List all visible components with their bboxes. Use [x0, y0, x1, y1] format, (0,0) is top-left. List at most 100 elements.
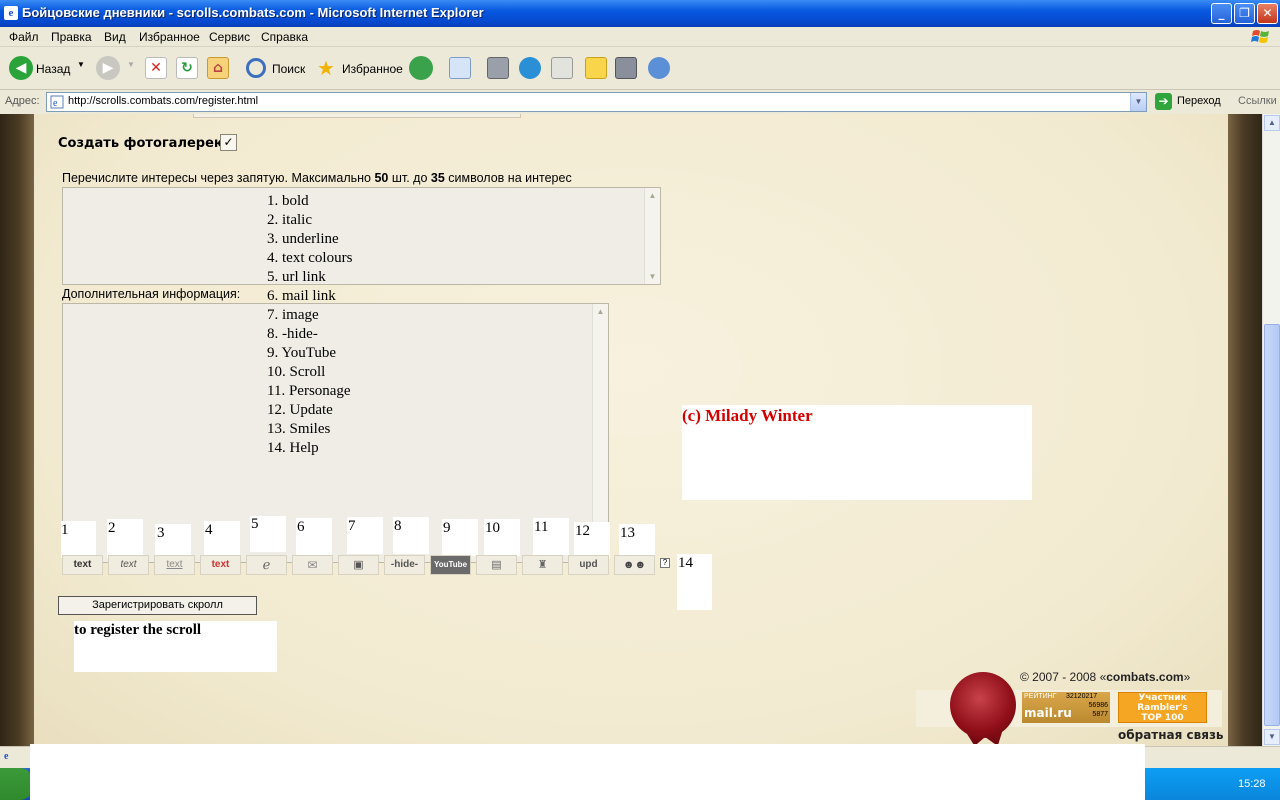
page-scrollbar[interactable]: ▲ ▼: [1262, 114, 1280, 746]
address-bar: Адрес: e http://scrolls.combats.com/regi…: [0, 90, 1280, 114]
blank-overlay: [30, 744, 1145, 800]
back-button-label[interactable]: Назад: [36, 62, 70, 76]
page-content: Создать фотогалерею: ✓ Перечислите интер…: [0, 114, 1262, 746]
scroll-frame-right: [1228, 114, 1262, 746]
note-icon[interactable]: [585, 57, 607, 79]
forward-dropdown-icon[interactable]: ▼: [127, 60, 135, 69]
register-scroll-button[interactable]: Зарегистрировать скролл: [58, 596, 257, 615]
search-button-label[interactable]: Поиск: [272, 62, 305, 76]
stop-icon[interactable]: ✕: [145, 57, 167, 79]
rambler-top100-badge[interactable]: Участник Rambler's TOP 100: [1118, 692, 1207, 723]
interests-instruction: Перечислите интересы через запятую. Макс…: [62, 171, 572, 185]
combats-link[interactable]: combats.com: [1106, 670, 1183, 684]
url-link-icon[interactable]: ℯ: [246, 555, 287, 575]
bold-button[interactable]: text: [62, 555, 103, 575]
youtube-button[interactable]: YouTube: [430, 555, 471, 575]
underline-button[interactable]: text: [154, 555, 195, 575]
address-url: http://scrolls.combats.com/register.html: [68, 95, 259, 107]
back-dropdown-icon[interactable]: ▼: [77, 60, 85, 69]
menu-help[interactable]: Справка: [261, 30, 308, 44]
mail-icon[interactable]: [449, 57, 471, 79]
start-button[interactable]: [0, 768, 32, 800]
page-scroll-down-icon[interactable]: ▼: [1264, 729, 1280, 745]
smiles-icon[interactable]: ☻☻: [614, 555, 655, 575]
menu-favorites[interactable]: Избранное: [139, 30, 200, 44]
skype-icon[interactable]: [519, 57, 541, 79]
scroll-up-icon[interactable]: ▲: [645, 188, 660, 203]
mailru-counter[interactable]: РЕЙТИНГ 32120217 56986 5877 mail.ru: [1022, 692, 1110, 723]
annotation-item: 4. text colours: [267, 250, 353, 266]
mail-link-icon[interactable]: ✉: [292, 555, 333, 575]
favorites-star-icon[interactable]: ★: [315, 57, 337, 79]
annotation-item: 10. Scroll: [267, 364, 326, 380]
maximize-button[interactable]: ❐: [1234, 3, 1255, 24]
favorites-button-label[interactable]: Избранное: [342, 62, 403, 76]
annotation-number: 5: [251, 516, 259, 532]
back-arrow-icon[interactable]: ◀: [9, 56, 33, 80]
home-icon[interactable]: ⌂: [207, 57, 229, 79]
annotation-number: 7: [348, 518, 356, 534]
windows-logo-icon: [1251, 30, 1269, 43]
annotation-item: 13. Smiles: [267, 421, 331, 437]
scroll-up-icon[interactable]: ▲: [593, 304, 608, 319]
annotation-list: 1. bold 2. italic 3. underline 4. text c…: [267, 192, 352, 458]
print-icon[interactable]: [487, 57, 509, 79]
annotation-number: 11: [534, 519, 549, 535]
ie-icon: e: [4, 6, 18, 20]
svg-text:e: e: [53, 98, 58, 109]
image-icon[interactable]: ▣: [338, 555, 379, 575]
personage-icon[interactable]: ♜: [522, 555, 563, 575]
scroll-down-icon[interactable]: ▼: [645, 269, 660, 284]
update-button[interactable]: upd: [568, 555, 609, 575]
history-icon[interactable]: [409, 56, 433, 80]
interests-textarea[interactable]: ▲ ▼: [62, 187, 661, 285]
address-input[interactable]: e http://scrolls.combats.com/register.ht…: [46, 92, 1147, 112]
hide-button[interactable]: -hide-: [384, 555, 425, 575]
go-label[interactable]: Переход: [1177, 95, 1221, 107]
go-arrow-icon: ➔: [1155, 93, 1172, 110]
previous-field-edge: [193, 114, 521, 118]
menu-file[interactable]: Файл: [9, 30, 39, 44]
extra-info-label: Дополнительная информация:: [62, 287, 241, 301]
scroll-icon[interactable]: ▤: [476, 555, 517, 575]
forward-arrow-icon[interactable]: ▶: [96, 56, 120, 80]
messenger-icon[interactable]: [648, 57, 670, 79]
refresh-icon[interactable]: ↻: [176, 57, 198, 79]
address-dropdown-icon[interactable]: ▼: [1130, 93, 1146, 111]
address-label: Адрес:: [5, 95, 40, 107]
research-icon[interactable]: [615, 57, 637, 79]
italic-button[interactable]: text: [108, 555, 149, 575]
help-icon[interactable]: ?: [660, 558, 670, 568]
page-scroll-up-icon[interactable]: ▲: [1264, 115, 1280, 131]
mailru-logo: mail.ru: [1024, 706, 1072, 720]
credit-box: (c) Milady Winter: [682, 405, 1032, 500]
links-label[interactable]: Ссылки: [1238, 95, 1277, 107]
title-bar: e Бойцовские дневники - scrolls.combats.…: [0, 0, 1280, 27]
page-scroll-thumb[interactable]: [1264, 324, 1280, 726]
annotation-item: 12. Update: [267, 402, 333, 418]
annotation-item: 8. -hide-: [267, 326, 318, 342]
edit-icon[interactable]: [551, 57, 573, 79]
menu-tools[interactable]: Сервис: [209, 30, 250, 44]
interests-scrollbar[interactable]: ▲ ▼: [644, 188, 660, 284]
menu-bar: Файл Правка Вид Избранное Сервис Справка: [0, 27, 1280, 47]
menu-view[interactable]: Вид: [104, 30, 126, 44]
copyright: © 2007 - 2008 «combats.com»: [1020, 670, 1191, 684]
register-note-box: to register the scroll: [74, 621, 277, 672]
annotation-item: 1. bold: [267, 193, 309, 209]
annotation-number: 14: [678, 555, 693, 571]
text-color-button[interactable]: text: [200, 555, 241, 575]
annotation-item: 6. mail link: [267, 288, 336, 304]
scroll-frame-left: [0, 114, 34, 746]
register-note-text: to register the scroll: [74, 622, 202, 638]
minimize-button[interactable]: _: [1211, 3, 1232, 24]
annotation-number: 4: [205, 522, 213, 538]
search-icon[interactable]: [246, 58, 266, 78]
annotation-number: 13: [620, 525, 635, 541]
wax-seal-icon: [950, 672, 1016, 738]
close-button[interactable]: ✕: [1257, 3, 1278, 24]
feedback-link[interactable]: обратная связь: [1118, 728, 1224, 742]
annotation-item: 5. url link: [267, 269, 326, 285]
gallery-checkbox[interactable]: ✓: [220, 134, 237, 151]
menu-edit[interactable]: Правка: [51, 30, 92, 44]
